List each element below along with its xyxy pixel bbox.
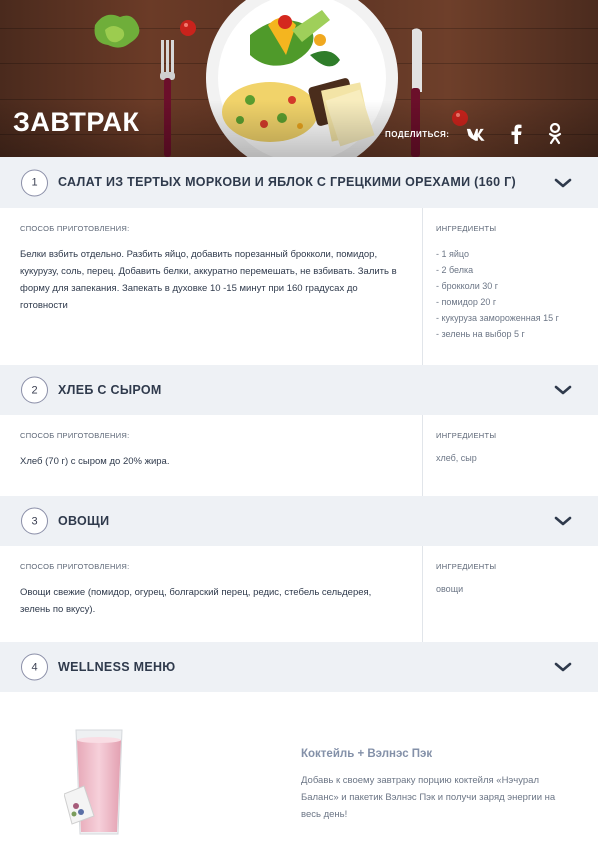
ingredients-column: ИНГРЕДИЕНТЫ хлеб, сыр bbox=[423, 415, 598, 496]
chevron-down-icon[interactable] bbox=[553, 514, 573, 528]
chevron-down-icon[interactable] bbox=[553, 176, 573, 190]
ingredient-item: - помидор 20 г bbox=[436, 297, 497, 307]
ingredients-column: ИНГРЕДИЕНТЫ овощи bbox=[423, 546, 598, 642]
chevron-down-icon[interactable] bbox=[553, 660, 573, 674]
odnoklassniki-icon[interactable] bbox=[544, 123, 566, 145]
method-label: СПОСОБ ПРИГОТОВЛЕНИЯ: bbox=[20, 562, 130, 571]
method-label: СПОСОБ ПРИГОТОВЛЕНИЯ: bbox=[20, 431, 130, 440]
method-text: Белки взбить отдельно. Разбить яйцо, доб… bbox=[20, 249, 397, 311]
method-text: Хлеб (70 г) с сыром до 20% жира. bbox=[20, 456, 170, 467]
ingredient-item: овощи bbox=[436, 584, 464, 594]
share-label: ПОДЕЛИТЬСЯ: bbox=[385, 129, 450, 139]
section-number: 2 bbox=[21, 376, 48, 404]
wellness-section: Коктейль + Вэлнэс Пэк Добавь к своему за… bbox=[0, 692, 598, 860]
method-label: СПОСОБ ПРИГОТОВЛЕНИЯ: bbox=[20, 224, 130, 233]
shake-glass-image bbox=[64, 729, 123, 835]
method-column: СПОСОБ ПРИГОТОВЛЕНИЯ: Хлеб (70 г) с сыро… bbox=[0, 415, 423, 496]
ingredient-item: - 1 яйцо bbox=[436, 249, 469, 259]
page-title: ЗАВТРАК bbox=[13, 107, 140, 137]
ingredient-item: - зелень на выбор 5 г bbox=[436, 329, 525, 339]
section-header-2[interactable]: 2 ХЛЕБ С СЫРОМ bbox=[0, 365, 598, 415]
wellness-title: Коктейль + Вэлнэс Пэк bbox=[301, 748, 433, 760]
section-title: ХЛЕБ С СЫРОМ bbox=[58, 382, 162, 397]
ingredient-item: хлеб, сыр bbox=[436, 453, 477, 463]
hero-banner: ЗАВТРАК ПОДЕЛИТЬСЯ: bbox=[0, 0, 598, 157]
ingredient-item: - 2 белка bbox=[436, 265, 474, 275]
ingredients-column: ИНГРЕДИЕНТЫ - 1 яйцо - 2 белка - броккол… bbox=[423, 208, 598, 365]
method-column: СПОСОБ ПРИГОТОВЛЕНИЯ: Белки взбить отдел… bbox=[0, 208, 423, 365]
ingredient-item: - брокколи 30 г bbox=[436, 281, 499, 291]
chevron-down-icon[interactable] bbox=[553, 383, 573, 397]
section-number: 3 bbox=[21, 507, 48, 535]
facebook-icon[interactable] bbox=[505, 123, 527, 145]
ingredients-label: ИНГРЕДИЕНТЫ bbox=[436, 562, 497, 571]
wellness-text: Добавь к своему завтраку порцию коктейля… bbox=[301, 775, 556, 820]
section-title: САЛАТ ИЗ ТЕРТЫХ МОРКОВИ И ЯБЛОК С ГРЕЦКИ… bbox=[58, 175, 516, 189]
ingredients-list: - 1 яйцо - 2 белка - брокколи 30 г - пом… bbox=[436, 246, 598, 342]
ingredients-label: ИНГРЕДИЕНТЫ bbox=[436, 224, 497, 233]
section-header-4[interactable]: 4 WELLNESS МЕНЮ bbox=[0, 642, 598, 692]
section-title: ОВОЩИ bbox=[58, 513, 110, 528]
section-number: 4 bbox=[21, 653, 48, 681]
section-body-1: СПОСОБ ПРИГОТОВЛЕНИЯ: Белки взбить отдел… bbox=[0, 208, 598, 365]
ingredients-label: ИНГРЕДИЕНТЫ bbox=[436, 431, 497, 440]
vk-icon[interactable] bbox=[466, 123, 488, 145]
section-title: WELLNESS МЕНЮ bbox=[58, 659, 176, 674]
method-column: СПОСОБ ПРИГОТОВЛЕНИЯ: Овощи свежие (поми… bbox=[0, 546, 423, 642]
section-header-1[interactable]: 1 САЛАТ ИЗ ТЕРТЫХ МОРКОВИ И ЯБЛОК С ГРЕЦ… bbox=[0, 157, 598, 208]
section-body-2: СПОСОБ ПРИГОТОВЛЕНИЯ: Хлеб (70 г) с сыро… bbox=[0, 415, 598, 496]
section-body-3: СПОСОБ ПРИГОТОВЛЕНИЯ: Овощи свежие (поми… bbox=[0, 546, 598, 642]
section-header-3[interactable]: 3 ОВОЩИ bbox=[0, 496, 598, 546]
method-text: Овощи свежие (помидор, огурец, болгарски… bbox=[20, 587, 372, 615]
section-number: 1 bbox=[21, 169, 48, 196]
ingredient-item: - кукуруза замороженная 15 г bbox=[436, 313, 559, 323]
share-bar: ПОДЕЛИТЬСЯ: bbox=[385, 123, 583, 145]
